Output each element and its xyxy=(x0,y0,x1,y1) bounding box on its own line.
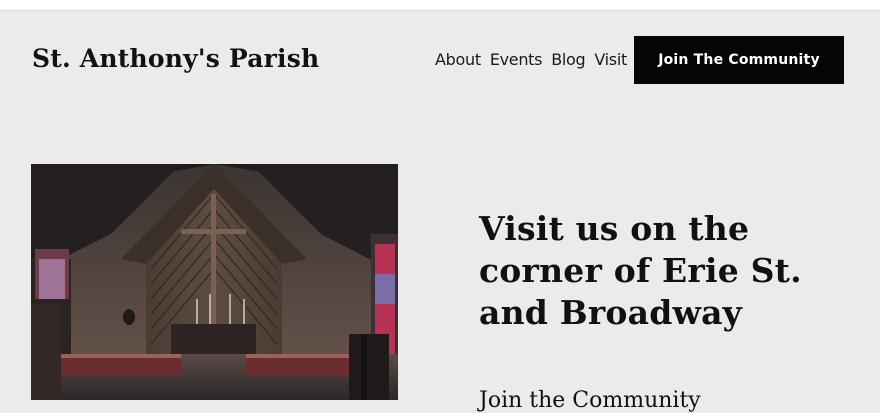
church-altar-photo xyxy=(31,164,398,400)
nav-link-visit[interactable]: Visit xyxy=(594,50,627,69)
nav-link-events[interactable]: Events xyxy=(490,50,543,69)
main-nav: About Events Blog Visit xyxy=(435,50,627,69)
site-header: St. Anthony's Parish About Events Blog V… xyxy=(0,11,880,111)
church-interior-image xyxy=(31,164,398,400)
nav-link-blog[interactable]: Blog xyxy=(551,50,585,69)
hero-subheading: Join the Community xyxy=(479,388,701,413)
nav-link-about[interactable]: About xyxy=(435,50,481,69)
join-community-button[interactable]: Join The Community xyxy=(634,36,844,84)
top-border xyxy=(0,0,880,11)
site-title[interactable]: St. Anthony's Parish xyxy=(32,44,319,73)
hero-heading: Visit us on the corner of Erie St. and B… xyxy=(479,209,802,332)
